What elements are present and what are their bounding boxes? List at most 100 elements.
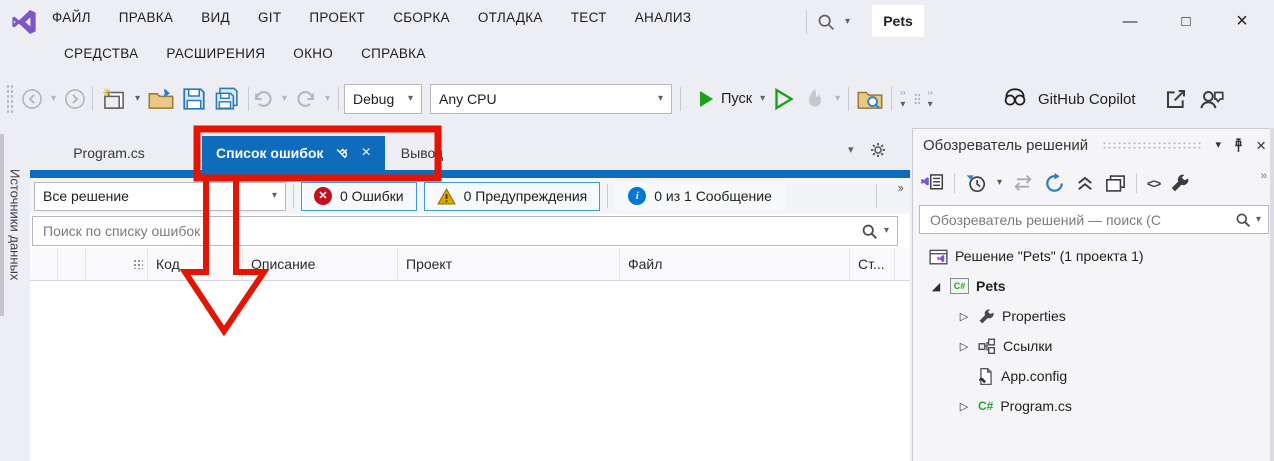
expanded-arrow-icon[interactable]: ◢ [929, 280, 943, 293]
sync-with-active-document-icon[interactable] [1012, 174, 1034, 192]
search-options-caret-icon[interactable]: ▾ [884, 226, 889, 236]
menu-file[interactable]: ФАЙЛ [38, 6, 105, 29]
pin-icon[interactable] [1231, 138, 1246, 153]
window-position-caret-icon[interactable]: ▾ [848, 144, 854, 156]
start-without-debug-icon[interactable] [773, 87, 795, 111]
settings-gear-icon[interactable] [870, 142, 886, 158]
redo-icon[interactable] [295, 88, 317, 110]
search-icon[interactable] [1235, 212, 1251, 228]
solution-search-input[interactable] [920, 211, 1235, 228]
start-debug-icon[interactable] [700, 91, 713, 107]
menu-git[interactable]: GIT [244, 6, 295, 29]
toolbar-grip[interactable] [913, 93, 920, 105]
tree-row-app-config[interactable]: App.config [913, 361, 1274, 391]
close-button[interactable]: × [1214, 4, 1270, 38]
menu-project[interactable]: ПРОЕКТ [295, 6, 379, 29]
configuration-dropdown[interactable]: Debug ▾ [344, 84, 422, 114]
filter-caret-icon[interactable]: ▾ [997, 178, 1002, 188]
github-copilot-button[interactable]: GitHub Copilot [1038, 91, 1136, 108]
menu-edit[interactable]: ПРАВКА [105, 6, 187, 29]
tab-error-list[interactable]: Список ошибок × [202, 136, 385, 170]
collapsed-arrow-icon[interactable]: ▷ [957, 310, 971, 323]
navigate-forward-icon[interactable] [64, 88, 86, 110]
scope-dropdown[interactable]: Все решение ▾ [34, 181, 286, 211]
hot-reload-caret-icon[interactable]: ▾ [835, 94, 840, 104]
toolbar-overflow-icon[interactable]: ›› ▾ [928, 88, 933, 110]
menu-analyze[interactable]: АНАЛИЗ [621, 6, 706, 29]
pending-changes-filter-icon[interactable] [965, 173, 987, 193]
search-options-caret-icon[interactable]: ▾ [1256, 214, 1261, 225]
panel-grip[interactable] [1102, 141, 1202, 150]
tab-program-cs[interactable]: Program.cs [35, 136, 183, 170]
menu-build[interactable]: СБОРКА [379, 6, 464, 29]
tree-row-references[interactable]: ▷ Ссылки [913, 331, 1274, 361]
tree-row-solution[interactable]: Решение "Pets" (1 проекта 1) [913, 241, 1274, 271]
search-icon[interactable] [861, 223, 878, 240]
search-icon[interactable] [817, 13, 835, 31]
toolbar-overflow-icon[interactable]: ›› [1261, 170, 1267, 182]
menu-help[interactable]: СПРАВКА [347, 42, 440, 65]
tree-row-project-pets[interactable]: ◢ C# Pets [913, 271, 1274, 301]
refresh-icon[interactable] [1044, 172, 1065, 194]
find-in-files-icon[interactable] [857, 88, 883, 110]
redo-caret-icon[interactable]: ▾ [325, 94, 330, 104]
platform-dropdown[interactable]: Any CPU ▾ [430, 84, 672, 114]
pin-icon[interactable] [335, 146, 349, 160]
column-code[interactable]: Код [148, 248, 243, 280]
menu-tools[interactable]: СРЕДСТВА [50, 42, 152, 65]
view-code-icon[interactable]: <> [1147, 176, 1161, 191]
warnings-filter-button[interactable]: 0 Предупреждения [423, 181, 601, 211]
column-category[interactable] [86, 248, 148, 280]
column-file[interactable]: Файл [620, 248, 850, 280]
save-all-icon[interactable] [214, 87, 240, 111]
maximize-button[interactable]: □ [1158, 4, 1214, 38]
data-sources-tab[interactable]: Источники данных [0, 134, 26, 316]
tab-output[interactable]: Вывод [385, 136, 459, 170]
save-icon[interactable] [182, 87, 206, 111]
properties-wrench-icon[interactable] [1170, 173, 1190, 193]
column-line[interactable]: Ст... [850, 248, 895, 280]
minimize-button[interactable]: — [1102, 4, 1158, 38]
error-search-input[interactable] [33, 223, 861, 239]
navigate-back-icon[interactable] [21, 88, 43, 110]
errors-filter-button[interactable]: ✕ 0 Ошибки [301, 181, 417, 211]
collapsed-arrow-icon[interactable]: ▷ [957, 340, 971, 353]
collapsed-arrow-icon[interactable]: ▷ [957, 400, 971, 413]
window-position-caret-icon[interactable]: ▾ [1216, 140, 1222, 151]
close-panel-icon[interactable]: × [1256, 137, 1266, 154]
hot-reload-icon[interactable] [803, 87, 827, 111]
feedback-icon[interactable] [1198, 87, 1224, 111]
filter-overflow-icon[interactable]: ›› [897, 180, 904, 195]
menu-test[interactable]: ТЕСТ [557, 6, 621, 29]
github-copilot-icon[interactable] [1002, 86, 1028, 112]
undo-icon[interactable] [252, 88, 274, 110]
start-caret-icon[interactable]: ▾ [760, 94, 765, 104]
column-severity[interactable] [30, 248, 58, 280]
menu-extensions[interactable]: РАСШИРЕНИЯ [152, 42, 279, 65]
close-tab-icon[interactable]: × [361, 145, 370, 161]
share-icon[interactable] [1164, 87, 1188, 111]
tree-row-program-cs[interactable]: ▷ C# Program.cs [913, 391, 1274, 421]
new-project-icon[interactable]: ✳ [101, 87, 127, 111]
toolbar-overflow-icon[interactable]: ›› ▾ [900, 88, 905, 110]
tree-row-properties[interactable]: ▷ Properties [913, 301, 1274, 331]
column-description[interactable]: Описание [243, 248, 398, 280]
toolbar-grip[interactable] [6, 84, 13, 114]
navigate-back-caret-icon[interactable]: ▾ [51, 94, 56, 104]
switch-views-icon[interactable] [921, 173, 944, 193]
messages-filter-button[interactable]: i 0 из 1 Сообщение [615, 181, 785, 211]
open-folder-icon[interactable] [148, 88, 174, 110]
properties-pages-icon[interactable] [1105, 174, 1126, 193]
menu-window[interactable]: ОКНО [279, 42, 347, 65]
menu-debug[interactable]: ОТЛАДКА [464, 6, 557, 29]
start-button[interactable]: Пуск [721, 91, 752, 107]
column-project[interactable]: Проект [398, 248, 620, 280]
column-suppression[interactable] [58, 248, 86, 280]
search-caret-icon[interactable]: ▾ [845, 17, 850, 27]
undo-caret-icon[interactable]: ▾ [282, 94, 287, 104]
standard-toolbar: ▾ ✳ ▾ ▾ ▾ Debug ▾ Any CPU ▾ Пуск ▾ ▾ ›› … [0, 70, 1274, 128]
menu-view[interactable]: ВИД [187, 6, 244, 29]
quick-search-value[interactable]: Pets [872, 5, 924, 37]
collapse-all-icon[interactable] [1075, 174, 1095, 192]
new-project-caret-icon[interactable]: ▾ [135, 94, 140, 104]
